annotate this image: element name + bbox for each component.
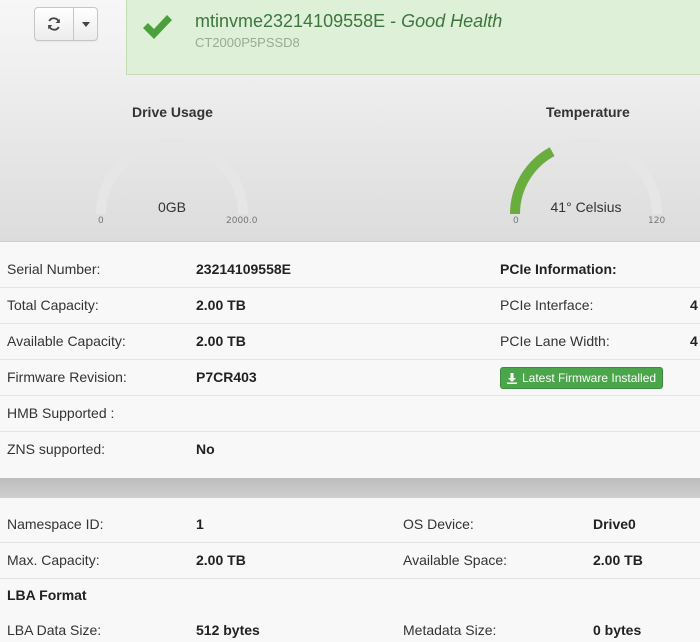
refresh-button[interactable] xyxy=(35,8,74,40)
metadata-size-value: 0 bytes xyxy=(593,622,642,638)
download-icon xyxy=(507,372,517,384)
device-name: mtinvme23214109558E xyxy=(195,11,386,31)
available-space-label: Available Space: xyxy=(403,552,508,568)
drive-usage-title: Drive Usage xyxy=(132,104,213,120)
os-device-label: OS Device: xyxy=(403,516,474,532)
caret-down-icon xyxy=(81,21,90,27)
namespace-id-label: Namespace ID: xyxy=(7,516,104,532)
drive-model: CT2000P5PSSD8 xyxy=(195,35,300,50)
namespace-id-value: 1 xyxy=(196,516,204,532)
max-capacity-value: 2.00 TB xyxy=(196,552,246,568)
drive-usage-value: 0GB xyxy=(157,199,186,215)
refresh-button-group xyxy=(34,7,98,41)
temperature-min: 0 xyxy=(513,216,519,226)
section-divider xyxy=(0,478,700,498)
drive-health-banner: mtinvme23214109558E - Good Health CT2000… xyxy=(126,0,700,75)
drive-usage-min: 0 xyxy=(98,216,104,226)
options-dropdown-button[interactable] xyxy=(74,8,97,40)
serial-number-label: Serial Number: xyxy=(7,261,101,277)
temperature-max: 120 xyxy=(648,216,666,226)
hmb-supported-label: HMB Supported : xyxy=(7,405,115,421)
available-capacity-label: Available Capacity: xyxy=(7,333,126,349)
available-space-value: 2.00 TB xyxy=(593,552,643,568)
zns-supported-label: ZNS supported: xyxy=(7,441,106,457)
latest-firmware-label: Latest Firmware Installed xyxy=(522,371,657,385)
lba-format-heading: LBA Format xyxy=(7,587,87,603)
total-capacity-value: 2.00 TB xyxy=(196,297,246,313)
available-capacity-value: 2.00 TB xyxy=(196,333,246,349)
serial-number-value: 23214109558E xyxy=(196,261,291,277)
info-row xyxy=(0,287,700,324)
pcie-info-heading: PCIe Information: xyxy=(500,261,617,277)
latest-firmware-button[interactable]: Latest Firmware Installed xyxy=(500,367,664,389)
max-capacity-label: Max. Capacity: xyxy=(7,552,100,568)
drive-health-title: mtinvme23214109558E - Good Health xyxy=(195,11,502,32)
pcie-lane-width-label: PCIe Lane Width: xyxy=(500,333,610,349)
lba-data-size-value: 512 bytes xyxy=(196,622,260,638)
firmware-revision-value: P7CR403 xyxy=(196,369,257,385)
pcie-interface-label: PCIe Interface: xyxy=(500,297,594,313)
refresh-icon xyxy=(48,17,60,31)
title-separator: - xyxy=(385,11,402,31)
lba-data-size-label: LBA Data Size: xyxy=(7,622,102,638)
health-status: Good Health xyxy=(401,11,503,31)
drive-usage-max: 2000.0 xyxy=(226,216,258,226)
zns-supported-value: No xyxy=(196,441,215,457)
metadata-size-label: Metadata Size: xyxy=(403,622,497,638)
header-area: mtinvme23214109558E - Good Health CT2000… xyxy=(0,0,700,241)
temperature-value: 41° Celsius xyxy=(550,199,622,215)
temperature-title: Temperature xyxy=(546,104,630,120)
total-capacity-label: Total Capacity: xyxy=(7,297,99,313)
pcie-lane-width-value: 4 xyxy=(690,333,698,349)
os-device-value: Drive0 xyxy=(593,516,636,532)
firmware-revision-label: Firmware Revision: xyxy=(7,369,127,385)
checkmark-icon xyxy=(143,15,172,39)
pcie-interface-value: 4 xyxy=(690,297,698,313)
